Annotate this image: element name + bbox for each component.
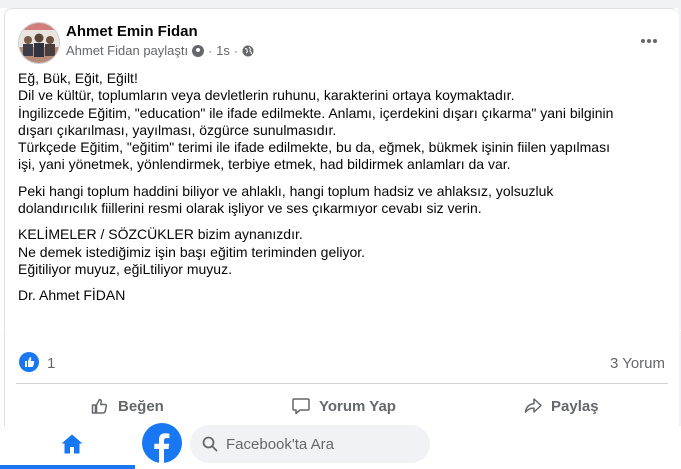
avatar-photo bbox=[19, 23, 59, 63]
post-line: Ne demek istediğimiz işin başı eğitim te… bbox=[18, 243, 366, 260]
stats-top-border bbox=[4, 330, 681, 331]
home-icon[interactable] bbox=[60, 432, 84, 456]
comment-icon bbox=[292, 398, 310, 415]
like-label: Beğen bbox=[118, 397, 164, 415]
thumbs-up-icon bbox=[91, 398, 108, 414]
post-line: Eğitiliyor muyuz, eğiLtiliyor muyuz. bbox=[18, 260, 232, 277]
post-author[interactable]: Ahmet Emin Fidan bbox=[66, 23, 198, 40]
search-icon bbox=[202, 436, 218, 452]
post-line: Eğ, Bük, Eğit, Eğilt! bbox=[18, 70, 138, 86]
facebook-logo[interactable] bbox=[142, 423, 182, 463]
like-count[interactable]: 1 bbox=[47, 355, 55, 372]
comment-label: Yorum Yap bbox=[319, 397, 396, 415]
post-line: işi, yani yönetmek, yönlendirmek, terbiy… bbox=[18, 156, 511, 173]
divider bbox=[16, 383, 668, 384]
post-line: Türkçede Eğitim, "eğitim" terimi ile ifa… bbox=[18, 139, 610, 156]
post-line: İngilizcede Eğitim, "education" ile ifad… bbox=[18, 104, 614, 121]
comment-count[interactable]: 3 Yorum bbox=[610, 355, 665, 372]
search-input[interactable]: Facebook'ta Ara bbox=[190, 425, 430, 463]
meta-separator: · bbox=[208, 43, 213, 58]
post-line: dolandırıcılık fiillerini resmi olarak i… bbox=[18, 200, 482, 217]
share-icon bbox=[524, 398, 542, 413]
like-button[interactable]: Beğen bbox=[90, 395, 164, 417]
post-body: Eğ, Bük, Eğit, Eğilt! Dil ve kültür, top… bbox=[18, 70, 658, 305]
avatar[interactable] bbox=[18, 22, 60, 64]
post-line: dışarı çıkarılması, yayılması, özgürce s… bbox=[18, 121, 337, 138]
post-time[interactable]: 1s bbox=[216, 43, 230, 58]
comment-button[interactable]: Yorum Yap bbox=[291, 395, 396, 417]
post-meta: Ahmet Fidan paylaştı · 1s · bbox=[66, 43, 254, 58]
shared-by-text[interactable]: Ahmet Fidan paylaştı bbox=[66, 43, 188, 58]
more-options-icon[interactable] bbox=[638, 30, 660, 52]
meta-separator: · bbox=[233, 43, 238, 58]
location-pin-icon bbox=[192, 44, 205, 57]
post-line: Dil ve kültür, toplumların veya devletle… bbox=[18, 87, 515, 104]
post-signature: Dr. Ahmet FİDAN bbox=[18, 287, 126, 304]
share-label: Paylaş bbox=[551, 397, 599, 415]
post-line: Peki hangi toplum haddini biliyor ve ahl… bbox=[18, 182, 554, 199]
facebook-f-icon bbox=[154, 433, 170, 463]
globe-icon[interactable] bbox=[242, 45, 254, 57]
home-active-indicator bbox=[0, 465, 135, 469]
share-button[interactable]: Paylaş bbox=[523, 395, 599, 417]
post-line: KELİMELER / SÖZCÜKLER bizim aynanızdır. bbox=[18, 226, 303, 243]
search-placeholder: Facebook'ta Ara bbox=[226, 435, 334, 453]
feed-background bbox=[0, 0, 681, 8]
like-reaction-icon[interactable] bbox=[19, 352, 39, 372]
